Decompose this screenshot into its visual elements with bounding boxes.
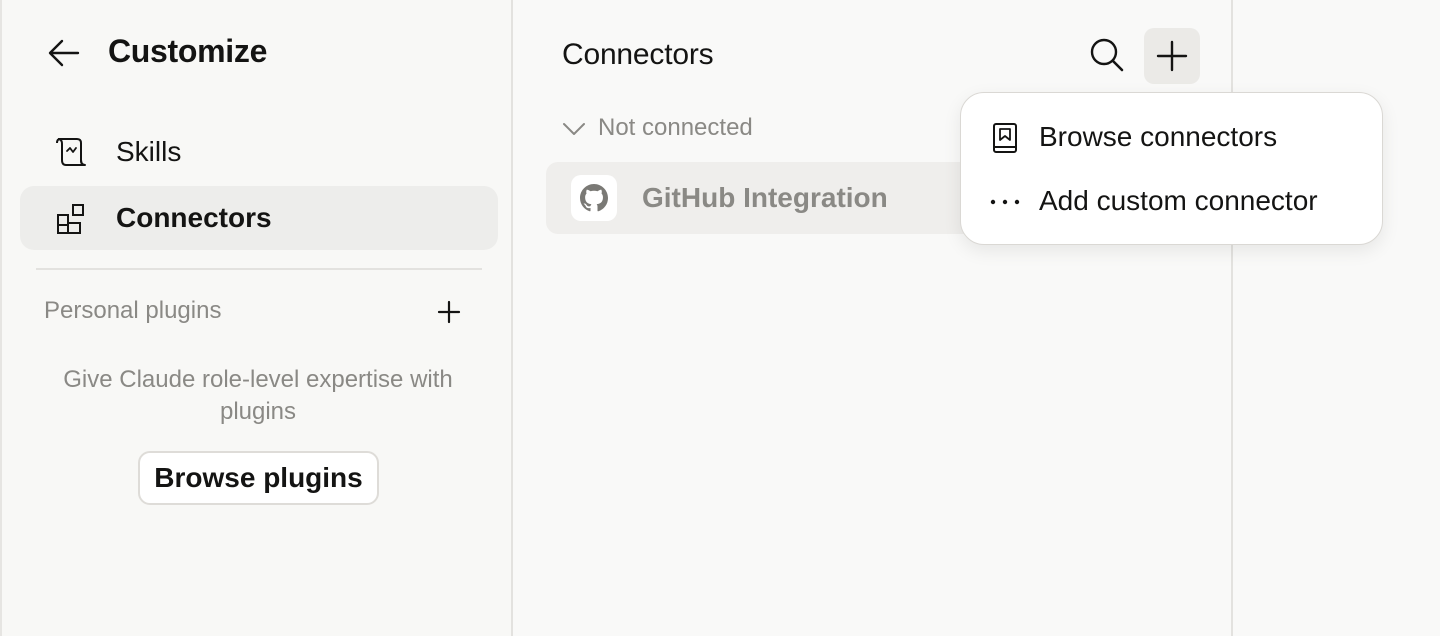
more-horizontal-icon — [989, 186, 1021, 218]
sidebar-item-skills[interactable]: Skills — [20, 120, 498, 184]
chevron-down-icon — [563, 123, 585, 135]
personal-plugins-label: Personal plugins — [44, 297, 222, 324]
search-button[interactable] — [1089, 36, 1125, 74]
add-connector-button[interactable] — [1144, 28, 1200, 84]
group-label: Not connected — [598, 114, 753, 141]
plus-icon — [1156, 40, 1188, 72]
sidebar-item-label: Connectors — [116, 202, 272, 233]
blocks-icon — [54, 202, 88, 234]
customize-window: Customize Skills Connectors Personal plu… — [0, 0, 1440, 636]
sidebar: Customize Skills Connectors Personal plu… — [0, 0, 513, 636]
github-icon — [571, 175, 617, 221]
add-connector-menu: Browse connectors Add custom connector — [960, 92, 1383, 245]
book-icon — [989, 122, 1021, 154]
scroll-icon — [54, 136, 88, 168]
browse-plugins-button[interactable]: Browse plugins — [138, 451, 379, 505]
page-title: Customize — [108, 33, 268, 69]
add-plugin-button[interactable] — [434, 297, 464, 327]
menu-item-add-custom-connector[interactable]: Add custom connector — [971, 173, 1374, 231]
menu-item-browse-connectors[interactable]: Browse connectors — [971, 109, 1374, 167]
sidebar-item-label: Skills — [116, 136, 182, 167]
sidebar-item-connectors[interactable]: Connectors — [20, 186, 498, 250]
plugins-empty-text: Give Claude role-level expertise with pl… — [63, 366, 453, 425]
plus-icon — [437, 300, 461, 324]
arrow-left-icon — [48, 39, 80, 67]
menu-item-label: Add custom connector — [1039, 185, 1318, 216]
back-button[interactable] — [46, 36, 82, 70]
panel-title: Connectors — [562, 38, 714, 71]
menu-item-label: Browse connectors — [1039, 121, 1278, 152]
search-icon — [1090, 38, 1124, 72]
connector-name: GitHub Integration — [642, 182, 888, 213]
sidebar-divider — [36, 268, 482, 270]
